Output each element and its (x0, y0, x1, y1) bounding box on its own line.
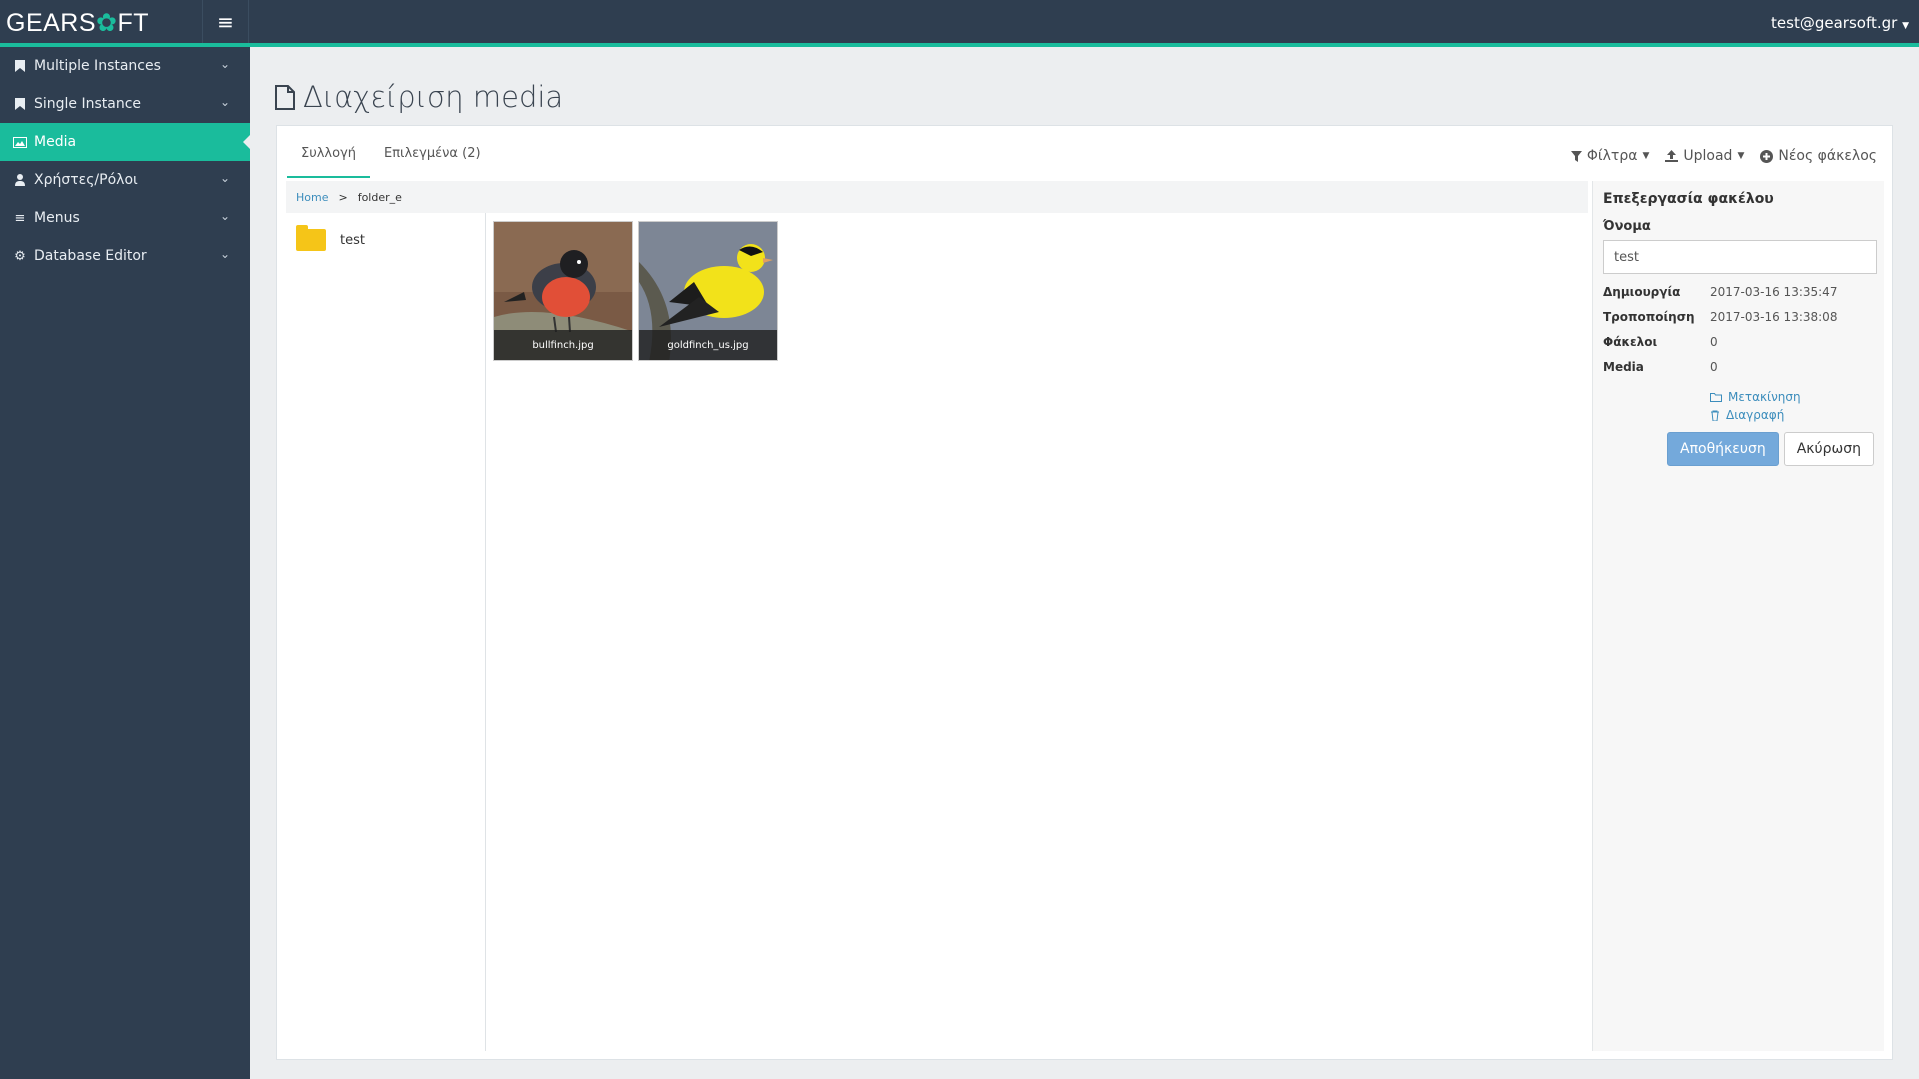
chevron-down-icon: ⌄ (219, 57, 230, 71)
hamburger-icon: ≡ (217, 9, 234, 34)
info-value: 2017-03-16 13:35:47 (1710, 285, 1838, 299)
sidebar-item-menus[interactable]: ≡ Menus ⌄ (0, 199, 250, 237)
cancel-button[interactable]: Ακύρωση (1783, 432, 1874, 466)
media-filename: bullfinch.jpg (494, 330, 632, 360)
content-area: Home > folder_e test bullfinch.jpg goldf… (286, 181, 1588, 1051)
user-email: test@gearsoft.gr (1771, 14, 1898, 32)
folder-item[interactable]: test (296, 225, 365, 251)
gear-icon: ⚙ (14, 248, 26, 264)
sidebar-item-users-roles[interactable]: Χρήστες/Ρόλοι ⌄ (0, 161, 250, 199)
edit-pane-title: Επεξεργασία φακέλου (1603, 191, 1774, 207)
sidebar-item-multiple-instances[interactable]: Multiple Instances ⌄ (0, 47, 250, 85)
edit-folder-pane: Επεξεργασία φακέλου Όνομα Δημιουργία 201… (1592, 181, 1884, 1051)
upload-label: Upload (1683, 148, 1733, 164)
sidebar: Multiple Instances ⌄ Single Instance ⌄ M… (0, 47, 250, 1079)
gear-logo-icon: ✿ (96, 9, 118, 37)
sidebar-item-label: Media (34, 134, 77, 150)
sidebar-item-single-instance[interactable]: Single Instance ⌄ (0, 85, 250, 123)
bookmark-icon (10, 60, 30, 72)
list-icon: ≡ (14, 210, 26, 226)
tab-collection[interactable]: Συλλογή (287, 146, 371, 178)
info-value: 0 (1710, 335, 1718, 349)
trash-icon (1711, 410, 1719, 421)
chevron-down-icon: ⌄ (219, 95, 230, 109)
sidebar-item-media[interactable]: Media (0, 123, 250, 161)
file-icon (275, 84, 295, 110)
media-panel: Συλλογή Επιλεγμένα (2) Φίλτρα ▼ Upload ▼… (276, 125, 1893, 1060)
tab-selected[interactable]: Επιλεγμένα (2) (370, 146, 495, 178)
info-key: Τροποποίηση (1603, 310, 1695, 324)
sidebar-item-label: Database Editor (34, 248, 147, 264)
breadcrumb-current: folder_e (357, 190, 402, 204)
info-row-created: Δημιουργία 2017-03-16 13:35:47 (1603, 285, 1874, 299)
page-title: Διαχείριση media (275, 80, 563, 114)
menu-toggle-button[interactable]: ≡ (203, 0, 249, 43)
info-row-media: Media 0 (1603, 360, 1874, 374)
brand-text: GEARS✿FT (6, 8, 149, 38)
info-row-folders: Φάκελοι 0 (1603, 335, 1874, 349)
filter-icon (1570, 150, 1582, 162)
media-grid: bullfinch.jpg goldfinch_us.jpg (493, 221, 778, 361)
brand-suffix: FT (117, 9, 150, 37)
info-value: 2017-03-16 13:38:08 (1710, 310, 1838, 324)
image-icon (10, 136, 30, 148)
folder-icon (296, 225, 326, 251)
delete-label: Διαγραφή (1726, 408, 1785, 422)
folder-pane: test (286, 213, 486, 1051)
info-key: Φάκελοι (1603, 335, 1658, 349)
sidebar-item-label: Menus (34, 210, 80, 226)
caret-down-icon: ▼ (1902, 21, 1909, 31)
move-label: Μετακίνηση (1728, 390, 1801, 404)
brand-logo[interactable]: GEARS✿FT (0, 0, 203, 43)
new-folder-button[interactable]: Νέος φάκελος (1760, 148, 1877, 164)
top-navbar: GEARS✿FT ≡ test@gearsoft.gr ▼ (0, 0, 1919, 47)
filters-dropdown[interactable]: Φίλτρα ▼ (1570, 148, 1650, 164)
breadcrumb-home[interactable]: Home (296, 191, 328, 204)
save-button[interactable]: Αποθήκευση (1667, 432, 1779, 466)
media-toolbar: Φίλτρα ▼ Upload ▼ Νέος φάκελος (1570, 148, 1877, 164)
sidebar-item-label: Single Instance (34, 96, 142, 112)
new-folder-label: Νέος φάκελος (1778, 148, 1877, 164)
brand-prefix: GEARS (6, 9, 97, 37)
user-menu[interactable]: test@gearsoft.gr ▼ (1771, 14, 1909, 32)
move-link[interactable]: Μετακίνηση (1710, 388, 1874, 406)
caret-down-icon: ▼ (1642, 151, 1650, 161)
info-row-modified: Τροποποίηση 2017-03-16 13:38:08 (1603, 310, 1874, 324)
upload-icon (1665, 150, 1679, 162)
filters-label: Φίλτρα (1586, 148, 1638, 164)
sidebar-item-label: Multiple Instances (34, 58, 161, 74)
chevron-down-icon: ⌄ (219, 247, 230, 261)
page-title-text: Διαχείριση media (303, 80, 564, 114)
chevron-down-icon: ⌄ (219, 209, 230, 223)
media-filename: goldfinch_us.jpg (639, 330, 777, 360)
media-thumbnail[interactable]: bullfinch.jpg (493, 221, 633, 361)
upload-dropdown[interactable]: Upload ▼ (1665, 148, 1744, 164)
folder-name: test (340, 232, 365, 248)
user-icon (10, 174, 30, 186)
caret-down-icon: ▼ (1737, 151, 1745, 161)
info-key: Media (1603, 360, 1644, 374)
delete-link[interactable]: Διαγραφή (1710, 406, 1874, 424)
sidebar-item-label: Χρήστες/Ρόλοι (34, 172, 138, 188)
folder-actions: Μετακίνηση Διαγραφή (1710, 388, 1874, 424)
folder-name-input[interactable] (1603, 240, 1877, 274)
sidebar-item-database-editor[interactable]: ⚙ Database Editor ⌄ (0, 237, 250, 275)
media-thumbnail[interactable]: goldfinch_us.jpg (638, 221, 778, 361)
edit-actions: Αποθήκευση Ακύρωση (1603, 432, 1874, 466)
bookmark-icon (10, 98, 30, 110)
breadcrumb: Home > folder_e (286, 181, 1588, 213)
breadcrumb-separator: > (338, 190, 348, 204)
folder-outline-icon (1710, 393, 1722, 402)
info-value: 0 (1710, 360, 1718, 374)
plus-circle-icon (1760, 149, 1774, 163)
tab-bar: Συλλογή Επιλεγμένα (2) (287, 146, 495, 178)
name-label: Όνομα (1603, 219, 1651, 234)
chevron-down-icon: ⌄ (219, 171, 230, 185)
info-key: Δημιουργία (1603, 285, 1681, 299)
